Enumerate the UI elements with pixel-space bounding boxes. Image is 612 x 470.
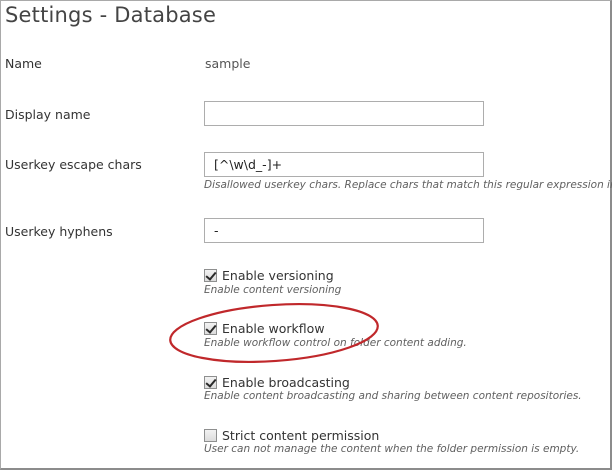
strict-permission-label: Strict content permission <box>222 428 380 443</box>
broadcasting-label: Enable broadcasting <box>222 375 350 390</box>
versioning-checkbox[interactable] <box>204 269 217 282</box>
workflow-hint: Enable workflow control on folder conten… <box>204 337 467 349</box>
versioning-label: Enable versioning <box>222 268 334 283</box>
broadcasting-hint: Enable content broadcasting and sharing … <box>204 390 582 402</box>
versioning-option[interactable]: Enable versioning <box>204 268 334 283</box>
broadcasting-option[interactable]: Enable broadcasting <box>204 375 350 390</box>
userkey-hyphens-input[interactable] <box>204 218 484 243</box>
userkey-hyphens-label: Userkey hyphens <box>5 224 113 239</box>
strict-permission-hint: User can not manage the content when the… <box>204 443 580 455</box>
workflow-label: Enable workflow <box>222 321 325 336</box>
userkey-escape-label: Userkey escape chars <box>5 157 142 172</box>
userkey-escape-hint: Disallowed userkey chars. Replace chars … <box>204 179 612 191</box>
broadcasting-checkbox[interactable] <box>204 376 217 389</box>
workflow-option[interactable]: Enable workflow <box>204 321 325 336</box>
name-label: Name <box>5 56 42 71</box>
workflow-checkbox[interactable] <box>204 322 217 335</box>
versioning-hint: Enable content versioning <box>204 284 342 296</box>
page-title: Settings - Database <box>5 3 217 27</box>
userkey-escape-input[interactable] <box>204 152 484 177</box>
display-name-input[interactable] <box>204 101 484 126</box>
strict-permission-option[interactable]: Strict content permission <box>204 428 379 443</box>
display-name-label: Display name <box>5 107 91 122</box>
name-value: sample <box>205 56 251 71</box>
strict-permission-checkbox[interactable] <box>204 429 217 442</box>
